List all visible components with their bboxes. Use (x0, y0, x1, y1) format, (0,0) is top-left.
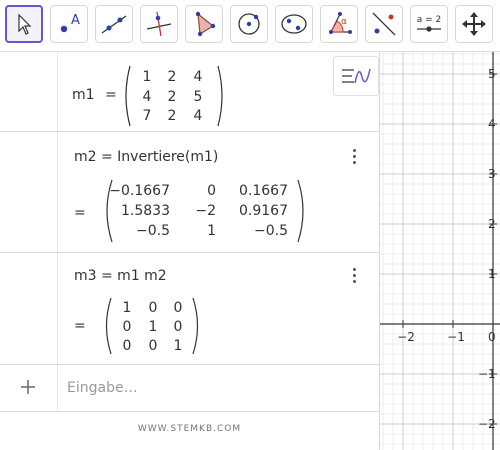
m3-cell: 0 (149, 338, 158, 354)
algebra-description-toggle-button[interactable] (333, 56, 379, 96)
m2-cell: 1.5833 (121, 203, 170, 219)
coordinate-grid: −2 −1 0 5 4 3 2 1 −1 −2 (380, 52, 500, 450)
line-tool-icon (101, 15, 127, 34)
move-tool-button[interactable] (5, 5, 43, 43)
m3-cell: 1 (149, 319, 158, 335)
slider-tool-icon: a = 2 (417, 15, 442, 32)
y-tick-label: 3 (488, 167, 496, 181)
m2-definition[interactable]: m2 = Invertiere(m1) (74, 149, 218, 165)
algebra-row-divider (0, 364, 379, 365)
graphics-view[interactable]: −2 −1 0 5 4 3 2 1 −1 −2 (380, 52, 500, 450)
x-tick-label: −1 (447, 330, 465, 344)
y-tick-label: 5 (488, 67, 496, 81)
m2-matrix[interactable]: −0.1667 0 0.1667 1.5833 −2 0.9167 −0.5 1… (102, 178, 308, 244)
m2-cell: −2 (195, 203, 216, 219)
angle-tool-icon: α (329, 12, 352, 34)
toolbar: A α a = 2 (0, 0, 500, 48)
slider-tool-label: a = 2 (417, 15, 442, 25)
m2-cell: 0 (207, 183, 216, 199)
m3-cell: 0 (174, 319, 183, 335)
m2-cell: −0.5 (254, 223, 288, 239)
m2-more-menu-button[interactable] (351, 149, 357, 167)
m1-cell: 2 (168, 89, 177, 105)
m1-label: m1 (72, 87, 95, 103)
line-tool-button[interactable] (95, 5, 133, 43)
y-tick-label: 1 (488, 267, 496, 281)
x-tick-label: 0 (488, 330, 496, 344)
add-input-button[interactable] (18, 377, 38, 397)
m1-matrix[interactable]: 1 2 4 4 2 5 7 2 4 (122, 64, 226, 128)
algebra-row-divider (0, 131, 379, 132)
m2-cell: 1 (207, 223, 216, 239)
m3-cell: 0 (174, 300, 183, 316)
move-tool-icon (18, 13, 32, 35)
slider-tool-button[interactable]: a = 2 (410, 5, 448, 43)
m1-cell: 5 (194, 89, 203, 105)
m3-cell: 0 (149, 300, 158, 316)
m2-cell: 0.9167 (239, 203, 288, 219)
y-tick-label: 4 (488, 117, 496, 131)
polygon-tool-button[interactable] (185, 5, 223, 43)
m1-equals: = (105, 87, 117, 103)
conic-tool-button[interactable] (275, 5, 313, 43)
m1-cell: 4 (143, 89, 152, 105)
m3-matrix[interactable]: 1 0 0 0 1 0 0 0 1 (102, 296, 202, 356)
m1-cell: 2 (168, 108, 177, 124)
m3-definition[interactable]: m3 = m1 m2 (74, 268, 167, 284)
m3-cell: 1 (174, 338, 183, 354)
conic-through-points-tool-icon (281, 14, 307, 34)
move-graphics-view-tool-icon (462, 12, 486, 36)
m2-cell: 0.1667 (239, 183, 288, 199)
reflect-tool-button[interactable] (365, 5, 403, 43)
point-tool-icon: A (60, 13, 80, 33)
polygon-tool-icon (195, 11, 216, 37)
reflect-tool-icon (372, 12, 396, 36)
algebra-gutter-line (57, 52, 58, 412)
m1-cell: 4 (194, 69, 203, 85)
footer-watermark: WWW.STEMKB.COM (137, 424, 242, 434)
circle-tool-button[interactable] (230, 5, 268, 43)
y-tick-label: 2 (488, 217, 496, 231)
x-tick-label: −2 (397, 330, 415, 344)
point-tool-label: A (71, 13, 80, 28)
m1-cell: 7 (143, 108, 152, 124)
m1-name: m1 = (72, 87, 117, 103)
point-tool-button[interactable]: A (50, 5, 88, 43)
m3-cell: 1 (123, 300, 132, 316)
algebra-row-divider (0, 411, 379, 412)
perpendicular-line-tool-icon (146, 11, 172, 37)
m1-cell: 1 (143, 69, 152, 85)
m3-result-equals: = (74, 318, 86, 334)
m3-cell: 0 (123, 319, 132, 335)
m3-cell: 0 (123, 338, 132, 354)
angle-tool-label: α (341, 17, 347, 27)
m2-result-equals: = (74, 205, 86, 221)
y-tick-label: −2 (478, 417, 496, 431)
y-tick-label: −1 (478, 367, 496, 381)
angle-tool-button[interactable]: α (320, 5, 358, 43)
circle-center-point-tool-icon (238, 13, 260, 35)
move-graphics-view-tool-button[interactable] (455, 5, 493, 43)
m1-cell: 2 (168, 69, 177, 85)
m2-cell: −0.5 (136, 223, 170, 239)
algebra-input-field[interactable]: Eingabe… (67, 380, 138, 396)
perpendicular-line-tool-button[interactable] (140, 5, 178, 43)
m2-cell: −0.1667 (109, 183, 170, 199)
m1-cell: 4 (194, 108, 203, 124)
m3-more-menu-button[interactable] (351, 268, 357, 286)
algebra-row-divider (0, 252, 379, 253)
algebra-description-icon (342, 68, 371, 84)
